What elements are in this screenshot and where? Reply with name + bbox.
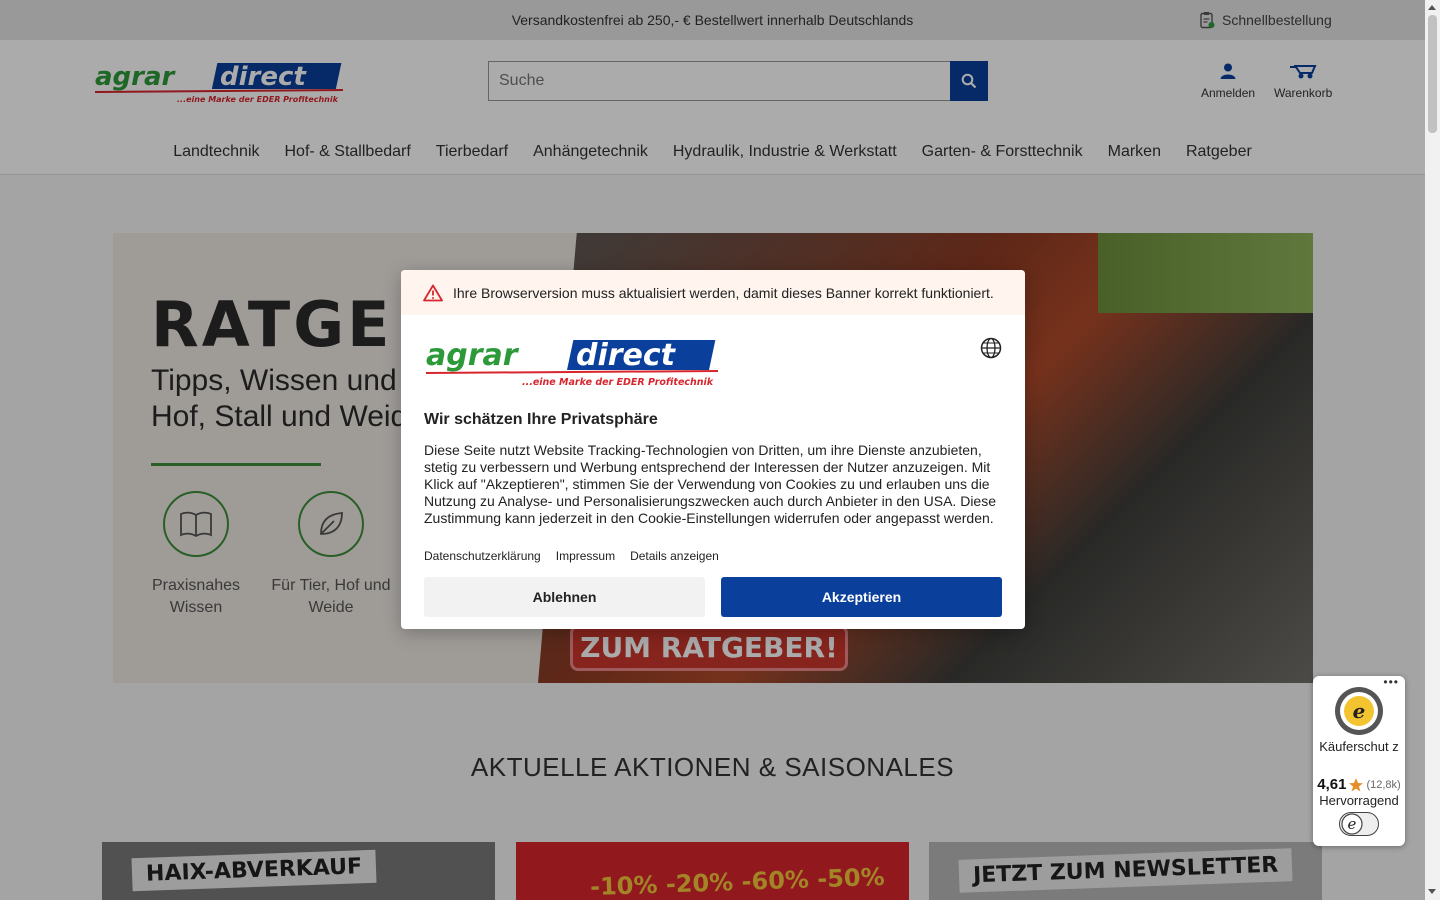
decline-button[interactable]: Ablehnen <box>424 577 705 617</box>
scroll-down-arrow[interactable] <box>1428 889 1436 894</box>
svg-text:e: e <box>1348 815 1357 833</box>
rating-grade: Hervorragend <box>1319 793 1399 808</box>
trusted-shops-seal-icon: e <box>1335 687 1383 735</box>
buyer-protection-label: Käuferschut z <box>1319 739 1399 754</box>
svg-text:...eine Marke der EDER Profite: ...eine Marke der EDER Profitechnik <box>522 377 714 388</box>
dialog-body-text: Diese Seite nutzt Website Tracking-Techn… <box>424 442 996 526</box>
rating-row: 4,61 (12,8k) <box>1313 776 1405 793</box>
privacy-policy-link[interactable]: Datenschutzerklärung <box>424 549 541 563</box>
dialog-title: Wir schätzen Ihre Privatsphäre <box>424 411 658 428</box>
dialog-links: Datenschutzerklärung Impressum Details a… <box>424 549 719 563</box>
svg-text:agrar: agrar <box>426 338 520 373</box>
warning-icon <box>423 284 443 301</box>
dialog-brand-logo: agrar direct ...eine Marke der EDER Prof… <box>425 338 718 388</box>
scroll-up-arrow[interactable] <box>1428 5 1436 10</box>
page-scrollbar[interactable] <box>1425 0 1440 900</box>
imprint-link[interactable]: Impressum <box>556 549 615 563</box>
browser-warning: Ihre Browserversion muss aktualisiert we… <box>401 270 1025 315</box>
trusted-shops-toggle[interactable]: e <box>1339 812 1379 836</box>
star-icon <box>1349 777 1364 791</box>
language-globe-icon[interactable] <box>980 337 1002 359</box>
scroll-thumb[interactable] <box>1428 15 1437 133</box>
accept-button[interactable]: Akzeptieren <box>721 577 1002 617</box>
rating-count: (12,8k) <box>1366 778 1401 791</box>
cookie-consent-dialog: Ihre Browserversion muss aktualisiert we… <box>401 270 1025 629</box>
svg-text:e: e <box>1353 699 1366 723</box>
more-options-icon[interactable]: ••• <box>1383 675 1399 689</box>
svg-text:direct: direct <box>576 338 677 373</box>
show-details-link[interactable]: Details anzeigen <box>630 549 719 563</box>
browser-warning-text: Ihre Browserversion muss aktualisiert we… <box>453 284 994 301</box>
trusted-shops-e-icon: e <box>1341 813 1363 835</box>
trusted-shops-badge[interactable]: ••• e Käuferschut z 4,61 (12,8k) Hervorr… <box>1313 675 1405 846</box>
rating-score: 4,61 <box>1317 776 1347 793</box>
